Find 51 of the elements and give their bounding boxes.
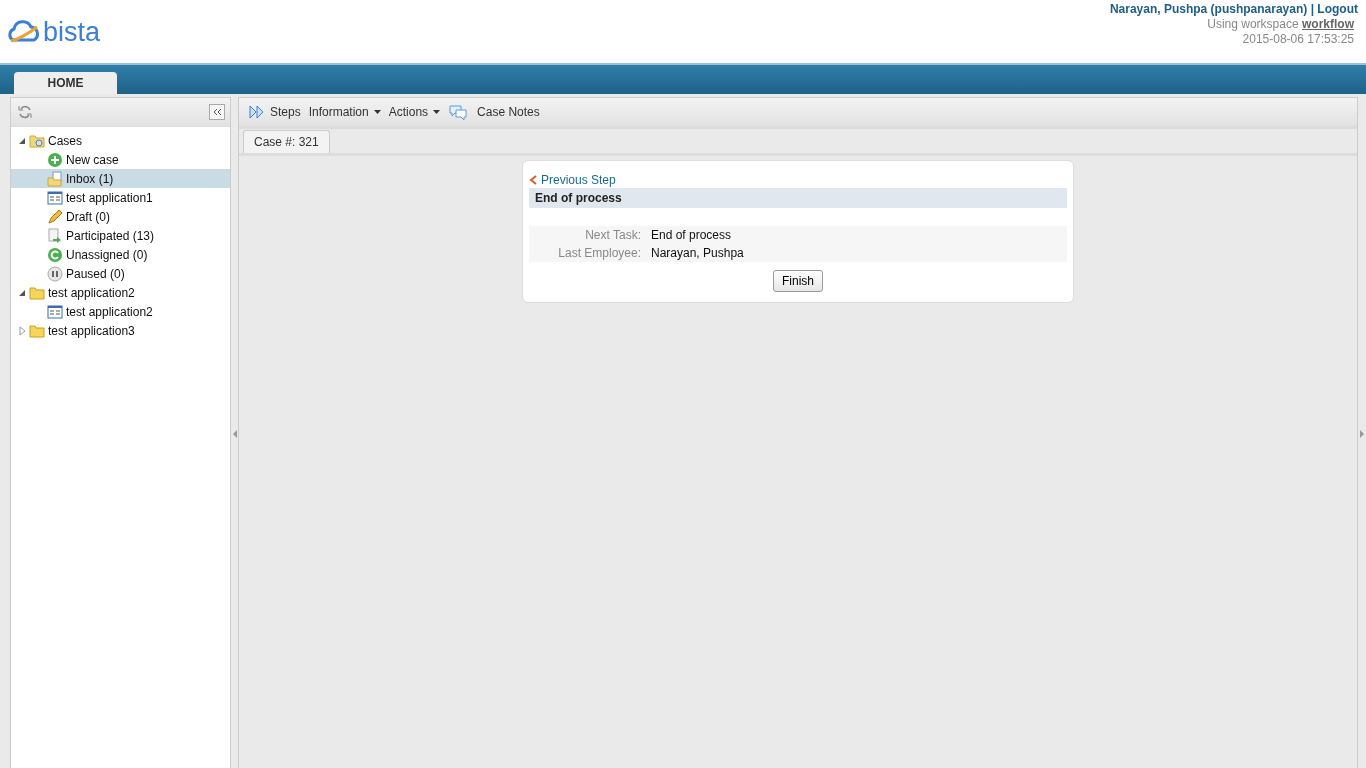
tree-item[interactable]: Unassigned (0)	[65, 247, 149, 262]
refresh-icon	[47, 246, 63, 263]
steps-button[interactable]: Steps	[249, 105, 301, 119]
refresh-icon[interactable]	[17, 104, 33, 120]
caret-icon	[433, 110, 441, 114]
date-time: 2015-08-06 17:53:25	[1241, 32, 1354, 47]
tree-item[interactable]: test application1	[65, 190, 154, 205]
folder-icon	[29, 322, 45, 339]
field-value: Narayan, Pushpa	[651, 246, 745, 260]
tree-item[interactable]: Draft (0)	[65, 209, 111, 224]
folder-icon	[29, 284, 45, 301]
double-arrow-icon	[249, 105, 265, 119]
tree-item[interactable]: Paused (0)	[65, 266, 126, 281]
tree-item[interactable]: test application2	[65, 304, 154, 319]
folder-document-icon	[47, 170, 63, 187]
case-notes-button[interactable]: Case Notes	[448, 104, 540, 120]
logo-text: bista	[43, 18, 101, 46]
previous-step-link[interactable]: Previous Step	[529, 173, 1067, 187]
field-label: Next Task:	[584, 228, 641, 242]
folder-search-icon	[29, 132, 45, 149]
form-icon	[47, 303, 63, 320]
nav-tab[interactable]: HOME	[14, 72, 117, 94]
logout-link[interactable]: Logout	[1317, 2, 1358, 16]
collapsed-triangle-icon[interactable]	[17, 325, 27, 336]
pencil-icon	[47, 208, 63, 225]
step-title: End of process	[529, 188, 1067, 208]
caret-icon	[373, 110, 381, 114]
cloud-logo-icon	[7, 20, 41, 44]
workspace-link[interactable]: workflow	[1302, 17, 1354, 31]
workspace-text: Using workspace	[1207, 17, 1299, 31]
pause-icon	[47, 265, 63, 282]
tree-item[interactable]: New case	[65, 152, 120, 167]
tree-item[interactable]: Inbox (1)	[65, 171, 115, 186]
field-value: End of process	[651, 228, 733, 242]
tree-item[interactable]: test application3	[47, 323, 136, 338]
separator: |	[1310, 2, 1314, 16]
form-icon	[47, 189, 63, 206]
collapse-button[interactable]	[209, 104, 225, 120]
document-arrow-icon	[47, 227, 63, 244]
menu-button[interactable]: Information	[308, 105, 381, 119]
user-link[interactable]: Narayan, Pushpa (pushpanarayan)	[1109, 2, 1308, 16]
tree-item[interactable]: test application2	[47, 285, 136, 300]
speech-bubbles-icon	[448, 104, 469, 120]
double-chevron-icon	[212, 108, 222, 116]
menu-button[interactable]: Actions	[388, 105, 441, 119]
plus-icon	[47, 151, 63, 168]
tree-item[interactable]: Participated (13)	[65, 228, 156, 243]
tree-item[interactable]: Cases	[47, 133, 83, 148]
field-label: Last Employee:	[557, 246, 641, 260]
case-tab[interactable]: Case #: 321	[243, 130, 330, 153]
finish-button[interactable]: Finish	[773, 270, 823, 292]
